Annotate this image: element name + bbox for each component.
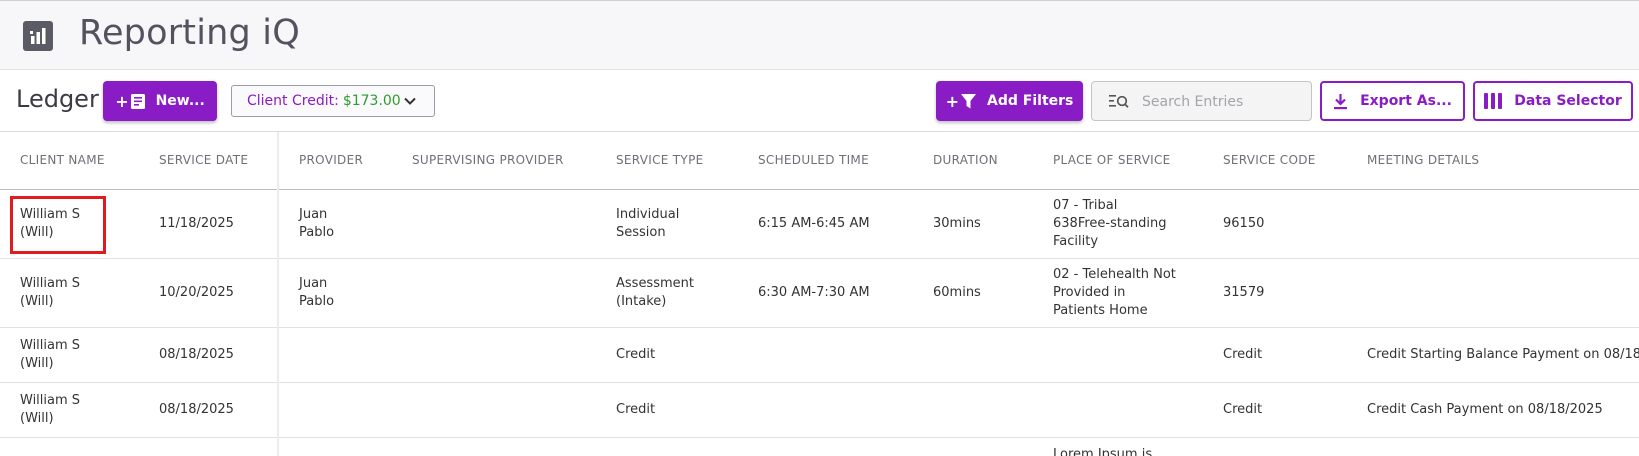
cell-supervising-provider	[392, 327, 596, 383]
column-header-service-type[interactable]: SERVICE TYPE	[596, 132, 738, 190]
cell-service-code: 96150	[1203, 189, 1347, 259]
client-credit-label: Client Credit:	[247, 93, 339, 109]
export-as-label: Export As...	[1360, 93, 1452, 109]
bar-chart-icon	[23, 21, 53, 51]
cell-place-of-service	[1033, 327, 1203, 383]
cell-meeting-details	[1347, 437, 1639, 456]
document-icon	[130, 93, 146, 110]
column-header-client-name[interactable]: CLIENT NAME	[0, 132, 139, 190]
column-header-service-code[interactable]: SERVICE CODE	[1203, 132, 1347, 190]
cell-supervising-provider	[392, 189, 596, 259]
cell-client-name[interactable]: William S (Will)	[0, 382, 139, 438]
cell-scheduled-time	[738, 327, 913, 383]
column-header-meeting-details[interactable]: MEETING DETAILS	[1347, 132, 1639, 190]
cell-provider	[278, 437, 392, 456]
cell-supervising-provider	[392, 382, 596, 438]
cell-meeting-details: Credit Starting Balance Payment on 08/18…	[1347, 327, 1639, 383]
cell-client-name[interactable]: William S (Will)	[0, 189, 139, 259]
cell-service-code: Credit	[1203, 382, 1347, 438]
search-entries-box[interactable]	[1091, 81, 1312, 121]
cell-meeting-details	[1347, 258, 1639, 328]
cell-service-date: 10/20/2025	[139, 258, 279, 328]
page-title: Ledger	[16, 85, 99, 113]
table-row[interactable]: William S (Will) 08/18/2025 Credit Credi…	[0, 327, 1639, 383]
cell-scheduled-time	[738, 437, 913, 456]
cell-service-code: Credit	[1203, 327, 1347, 383]
search-icon	[1109, 94, 1129, 114]
cell-client-name[interactable]: William S (Will)	[0, 258, 139, 328]
chevron-down-icon	[403, 94, 417, 112]
filter-icon	[960, 93, 977, 110]
cell-duration	[913, 437, 1033, 456]
search-input[interactable]	[1142, 91, 1302, 113]
table-row[interactable]: Lorem Ipsum is	[0, 437, 1639, 456]
column-header-provider[interactable]: PROVIDER	[278, 132, 392, 190]
add-filters-label: Add Filters	[987, 93, 1074, 109]
ledger-table-container[interactable]: CLIENT NAME SERVICE DATE PROVIDER SUPERV…	[0, 132, 1639, 456]
cell-provider	[278, 382, 392, 438]
table-row[interactable]: William S (Will) 11/18/2025 Juan Pablo I…	[0, 189, 1639, 259]
ledger-toolbar: Ledger + New... Client Credit: $173.00 +…	[0, 70, 1639, 132]
cell-service-type: Credit	[596, 382, 738, 438]
new-button-label: New...	[155, 93, 205, 109]
cell-place-of-service: Lorem Ipsum is	[1033, 437, 1203, 456]
cell-service-code: 31579	[1203, 258, 1347, 328]
column-header-place-of-service[interactable]: PLACE OF SERVICE	[1033, 132, 1203, 190]
cell-service-type: Credit	[596, 327, 738, 383]
column-header-service-date[interactable]: SERVICE DATE	[139, 132, 279, 190]
cell-place-of-service: 07 - Tribal 638Free-standing Facility	[1033, 189, 1203, 259]
columns-icon	[1484, 93, 1503, 109]
cell-place-of-service: 02 - Telehealth Not Provided in Patients…	[1033, 258, 1203, 328]
new-entry-button[interactable]: + New...	[103, 81, 217, 121]
download-icon	[1333, 93, 1348, 110]
cell-service-type: Individual Session	[596, 189, 738, 259]
cell-service-code	[1203, 437, 1347, 456]
cell-scheduled-time: 6:15 AM-6:45 AM	[738, 189, 913, 259]
cell-service-type: Assessment (Intake)	[596, 258, 738, 328]
column-header-duration[interactable]: DURATION	[913, 132, 1033, 190]
add-filters-button[interactable]: + Add Filters	[936, 81, 1083, 121]
client-credit-amount: $173.00	[342, 93, 401, 109]
app-header: Reporting iQ	[0, 0, 1639, 70]
client-credit-dropdown[interactable]: Client Credit: $173.00	[231, 85, 435, 117]
table-row[interactable]: William S (Will) 08/18/2025 Credit Credi…	[0, 382, 1639, 438]
ledger-table: CLIENT NAME SERVICE DATE PROVIDER SUPERV…	[0, 132, 1639, 456]
cell-service-date	[139, 437, 279, 456]
cell-client-name[interactable]	[0, 437, 139, 456]
data-selector-label: Data Selector	[1514, 93, 1622, 109]
export-as-button[interactable]: Export As...	[1320, 81, 1465, 121]
cell-service-date: 08/18/2025	[139, 382, 279, 438]
cell-duration: 60mins	[913, 258, 1033, 328]
data-selector-button[interactable]: Data Selector	[1473, 81, 1633, 121]
cell-meeting-details: Credit Cash Payment on 08/18/2025	[1347, 382, 1639, 438]
cell-provider: Juan Pablo	[278, 189, 392, 259]
cell-provider: Juan Pablo	[278, 258, 392, 328]
column-header-scheduled-time[interactable]: SCHEDULED TIME	[738, 132, 913, 190]
cell-scheduled-time	[738, 382, 913, 438]
cell-supervising-provider	[392, 258, 596, 328]
cell-service-date: 08/18/2025	[139, 327, 279, 383]
column-header-supervising-provider[interactable]: SUPERVISING PROVIDER	[392, 132, 596, 190]
cell-duration	[913, 327, 1033, 383]
cell-service-date: 11/18/2025	[139, 189, 279, 259]
app-title: Reporting iQ	[79, 13, 300, 53]
table-header-row: CLIENT NAME SERVICE DATE PROVIDER SUPERV…	[0, 132, 1639, 190]
cell-scheduled-time: 6:30 AM-7:30 AM	[738, 258, 913, 328]
cell-client-name[interactable]: William S (Will)	[0, 327, 139, 383]
cell-provider	[278, 327, 392, 383]
cell-service-type	[596, 437, 738, 456]
cell-place-of-service	[1033, 382, 1203, 438]
cell-meeting-details	[1347, 189, 1639, 259]
cell-duration	[913, 382, 1033, 438]
cell-supervising-provider	[392, 437, 596, 456]
cell-duration: 30mins	[913, 189, 1033, 259]
table-row[interactable]: William S (Will) 10/20/2025 Juan Pablo A…	[0, 258, 1639, 328]
